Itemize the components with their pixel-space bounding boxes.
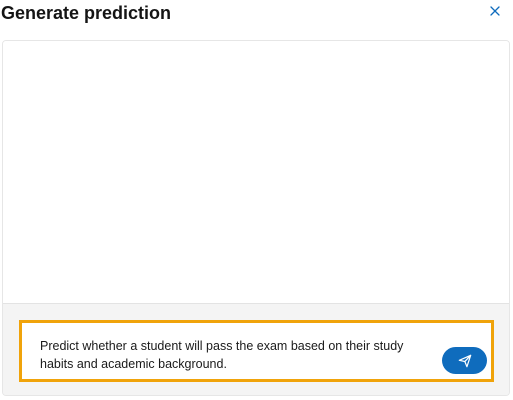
- send-icon: [458, 354, 471, 367]
- prompt-text[interactable]: Predict whether a student will pass the …: [40, 337, 425, 373]
- prompt-input[interactable]: Predict whether a student will pass the …: [19, 320, 494, 382]
- send-button[interactable]: [442, 347, 487, 374]
- prediction-output-area: [3, 41, 509, 303]
- prediction-panel: Predict whether a student will pass the …: [2, 40, 510, 396]
- dialog-title: Generate prediction: [1, 3, 172, 23]
- close-button[interactable]: [487, 3, 503, 19]
- generate-prediction-dialog: Generate prediction Predict whether a st…: [0, 0, 513, 400]
- prompt-footer: Predict whether a student will pass the …: [3, 303, 509, 395]
- close-icon: [490, 6, 500, 16]
